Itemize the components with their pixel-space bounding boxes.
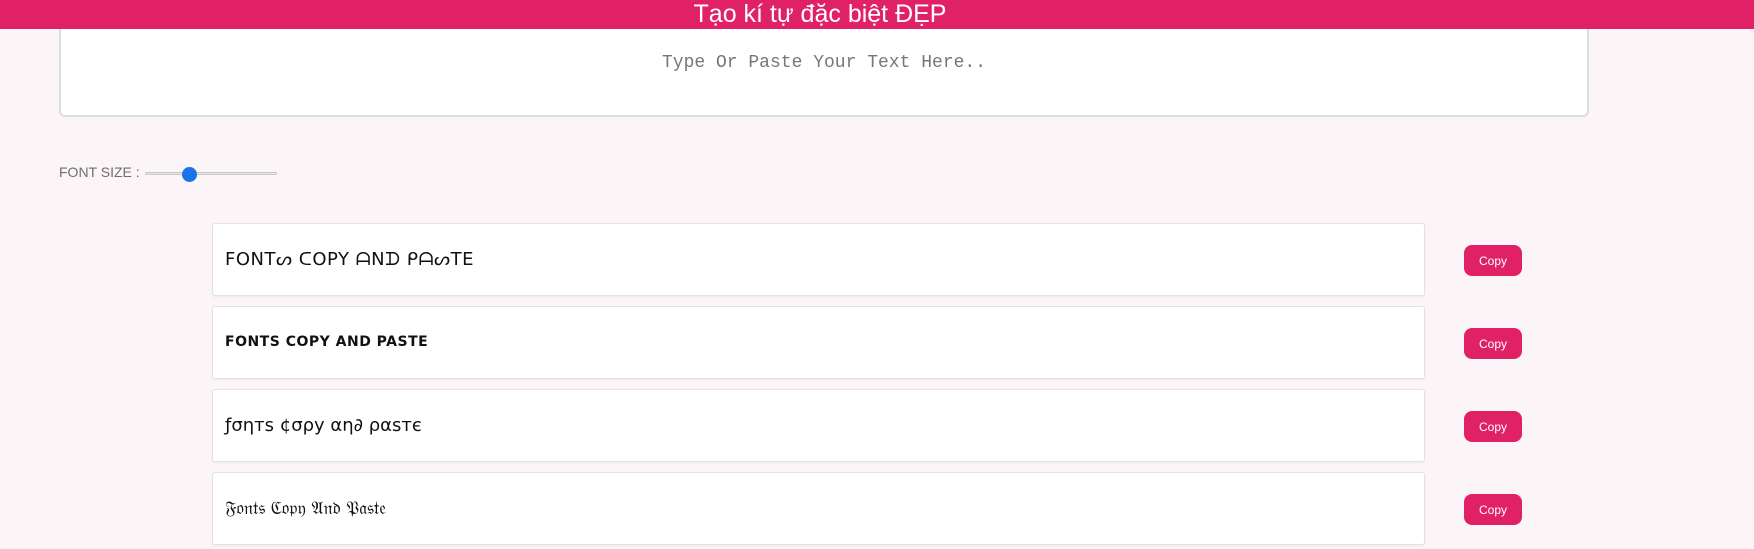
- font-size-label: FONT SIZE :: [59, 164, 140, 180]
- copy-button[interactable]: Copy: [1464, 328, 1522, 359]
- header-bar: Tạo kí tự đặc biệt ĐẸP: [0, 0, 1754, 29]
- result-text: ƒσηтѕ ¢σρу αη∂ ραѕтє: [225, 415, 422, 436]
- result-row: FONTS COPY AND PASTE: [212, 306, 1425, 379]
- font-size-slider[interactable]: [145, 167, 277, 182]
- result-row: ƒσηтѕ ¢σρу αη∂ ραѕтє: [212, 389, 1425, 462]
- copy-button[interactable]: Copy: [1464, 245, 1522, 276]
- copy-button[interactable]: Copy: [1464, 411, 1522, 442]
- slider-track[interactable]: [145, 172, 277, 175]
- result-row: 𝔉𝔬𝔫𝔱𝔰 ℭ𝔬𝔭𝔶 𝔄𝔫𝔡 𝔓𝔞𝔰𝔱𝔢: [212, 472, 1425, 545]
- text-input-container[interactable]: Type Or Paste Your Text Here..: [59, 29, 1589, 117]
- copy-button[interactable]: Copy: [1464, 494, 1522, 525]
- result-text: FONTS COPY AND PASTE: [225, 334, 429, 350]
- result-text: 𝔉𝔬𝔫𝔱𝔰 ℭ𝔬𝔭𝔶 𝔄𝔫𝔡 𝔓𝔞𝔰𝔱𝔢: [225, 498, 387, 519]
- page-title: Tạo kí tự đặc biệt ĐẸP: [693, 0, 947, 28]
- result-text: FONTᔕ ᑕOPY ᗩNᗪ ᑭᗩᔕTE: [225, 249, 474, 270]
- result-row: FONTᔕ ᑕOPY ᗩNᗪ ᑭᗩᔕTE: [212, 223, 1425, 296]
- slider-thumb[interactable]: [181, 167, 197, 182]
- text-input[interactable]: [59, 29, 1589, 117]
